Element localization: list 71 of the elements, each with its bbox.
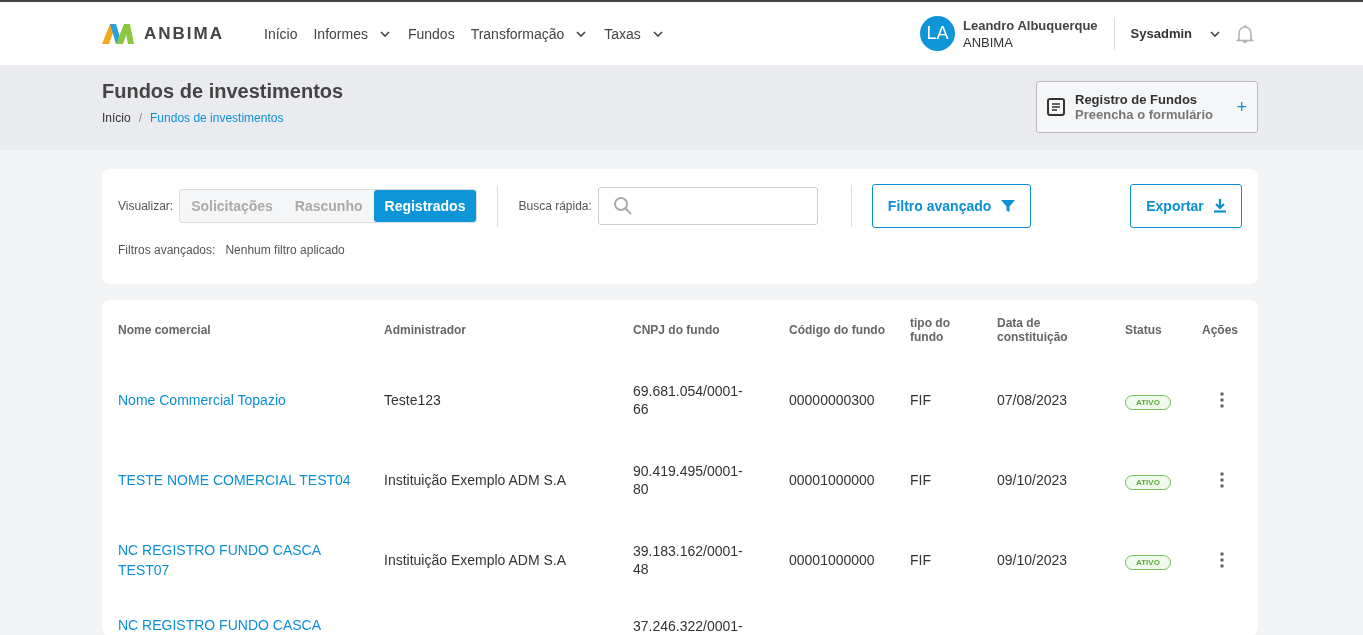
register-fund-button[interactable]: Registro de Fundos Preencha o formulário + [1036, 81, 1258, 133]
fund-name-link[interactable]: Nome Commercial Topazio [118, 390, 286, 410]
view-label: Visualizar: [118, 199, 174, 213]
status-badge: ATIVO [1125, 555, 1171, 570]
column-header: Código do fundo [789, 323, 886, 337]
view-option[interactable]: Registrados [373, 190, 477, 222]
status-badge: ATIVO [1125, 395, 1171, 410]
plus-sign: + [1236, 96, 1247, 118]
avatar[interactable]: LA [920, 16, 955, 51]
table-cell: FIF [910, 472, 931, 488]
user-name: Leandro Albuquerque [963, 16, 1098, 34]
register-subtitle: Preencha o formulário [1075, 107, 1214, 122]
fund-name-link[interactable]: TESTE NOME COMERCIAL TEST04 [118, 470, 351, 490]
brand-name: ANBIMA [144, 23, 224, 44]
table-cell-text: 69.681.054/0001-66 [633, 382, 744, 418]
fund-name-link[interactable]: NC REGISTRO FUNDO CASCA [118, 615, 321, 635]
page-title: Fundos de investimentos [102, 80, 344, 103]
more-options-icon[interactable] [1220, 392, 1224, 408]
nav-link[interactable]: Fundos [407, 25, 455, 42]
fund-name-link[interactable]: NC REGISTRO FUNDO CASCA TEST07 [118, 540, 358, 580]
column-header: Status [1125, 323, 1163, 337]
column-header: Data de constituição [997, 316, 1069, 344]
table-cell-text: 90.419.495/0001-80 [633, 462, 744, 498]
filter-icon [1001, 199, 1016, 213]
table-cell: 00001000000 [789, 472, 875, 488]
column-header: Administrador [384, 323, 467, 337]
table-cell: 37.246.322/0001- [633, 617, 743, 635]
table-cell: FIF [910, 392, 931, 408]
table-cell: Instituição Exemplo ADM S.A [384, 552, 567, 568]
breadcrumb-link[interactable]: Início [102, 111, 131, 125]
column-header: CNPJ do fundo [633, 323, 721, 337]
user-organization: ANBIMA [963, 33, 1014, 51]
chevron-down-icon[interactable] [576, 30, 587, 37]
table-cell: 00001000000 [789, 552, 875, 568]
more-options-icon[interactable] [1220, 472, 1224, 488]
column-header: Ações [1202, 323, 1240, 337]
breadcrumb-separator: / [138, 111, 143, 125]
chevron-down-icon [1210, 30, 1220, 37]
column-header: Nome comercial [118, 323, 212, 337]
applied-filters-value: Nenhum filtro aplicado [225, 243, 345, 257]
search-label: Busca rápida: [518, 199, 592, 213]
view-option[interactable]: Rascunho [283, 190, 374, 222]
status-badge: ATIVO [1125, 475, 1171, 490]
table-cell: 09/10/2023 [997, 472, 1068, 488]
document-icon [1047, 98, 1065, 116]
column-header: tipo do fundo [910, 316, 951, 344]
nav-link[interactable]: Informes [313, 25, 392, 42]
advanced-filter-button[interactable]: Filtro avançado [871, 184, 1032, 228]
chevron-down-icon[interactable] [652, 30, 663, 37]
nav-link[interactable]: Taxas [604, 25, 665, 42]
nav-link[interactable]: Início [264, 25, 298, 42]
table-cell: FIF [910, 552, 931, 568]
breadcrumb-link[interactable]: Fundos de investimentos [150, 111, 284, 125]
logo-icon [102, 23, 134, 44]
table-cell: 00000000300 [789, 392, 875, 408]
applied-filters-label: Filtros avançados: [118, 243, 216, 257]
chevron-down-icon[interactable] [379, 30, 390, 37]
view-option[interactable]: Solicitações [180, 190, 284, 222]
table-cell: 09/10/2023 [997, 552, 1068, 568]
table-cell: Instituição Exemplo ADM S.A [384, 472, 567, 488]
table-cell: 07/08/2023 [997, 392, 1068, 408]
role-dropdown[interactable]: Sysadmin [1130, 26, 1220, 41]
search-field[interactable] [597, 187, 818, 225]
nav-link[interactable]: Transformação [470, 25, 589, 42]
more-options-icon[interactable] [1220, 552, 1224, 568]
register-title: Registro de Fundos [1075, 92, 1199, 107]
table-cell: Teste123 [384, 392, 441, 408]
download-icon [1213, 199, 1226, 213]
table-cell-text: 39.183.162/0001-48 [633, 542, 744, 578]
search-icon [612, 196, 633, 216]
export-button[interactable]: Exportar [1130, 184, 1242, 228]
